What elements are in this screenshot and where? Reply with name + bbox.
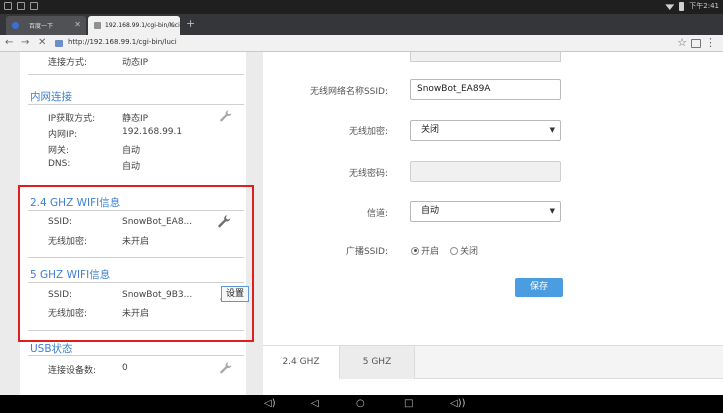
notification-icon (30, 2, 38, 10)
gateway-value: 自动 (122, 146, 141, 156)
password-input[interactable] (410, 161, 561, 182)
gateway-label: 网关: (48, 146, 70, 156)
highlight-box (18, 185, 254, 342)
divider (28, 104, 244, 105)
page-favicon-icon (94, 22, 101, 29)
lan-section-title: 内网连接 (30, 91, 72, 103)
notification-icon (4, 2, 12, 10)
radio-label: 开启 (421, 247, 440, 257)
browser-tab-strip: 百度一下 ✕ 192.168.99.1/cgi-bin/luci ✕ + (0, 14, 723, 35)
channel-selected-value: 自动 (421, 206, 440, 216)
address-bar: ← → ✕ http://192.168.99.1/cgi-bin/luci ☆… (0, 35, 723, 52)
channel-select[interactable]: 自动 ▼ (410, 201, 561, 222)
radio-label: 关闭 (460, 247, 479, 257)
lan-ip-mode-label: IP获取方式: (48, 114, 96, 124)
volume-up-icon[interactable]: ◁)) (450, 397, 466, 411)
lan-ip-label: 内网IP: (48, 130, 78, 140)
radio-unselected-icon (450, 246, 458, 255)
browser-tab-luci[interactable]: 192.168.99.1/cgi-bin/luci ✕ (88, 16, 180, 35)
site-favicon-icon (55, 40, 63, 47)
tab-label: 百度一下 (29, 23, 54, 30)
bookmark-star-icon[interactable]: ☆ (677, 36, 687, 49)
clock: 下午2:41 (689, 2, 719, 10)
dns-label: DNS: (48, 159, 71, 169)
cut-off-field (410, 52, 561, 62)
new-tab-icon[interactable]: + (186, 17, 195, 30)
broadcast-ssid-label: 广播SSID: (345, 247, 388, 257)
lan-ip-value: 192.168.99.1 (122, 127, 183, 137)
overflow-menu-icon[interactable]: ⋮ (705, 36, 716, 49)
baidu-favicon-icon (12, 22, 19, 29)
dns-value: 自动 (122, 162, 141, 172)
radio-selected-icon (411, 246, 419, 255)
encryption-label: 无线加密: (348, 127, 388, 137)
browser-tab-baidu[interactable]: 百度一下 ✕ (6, 16, 86, 35)
usb-settings-wrench-icon[interactable] (219, 361, 235, 377)
wan-connection-value: 动态IP (122, 58, 149, 68)
dropdown-arrow-icon: ▼ (549, 207, 555, 215)
channel-label: 信道: (366, 209, 388, 219)
ssid-input[interactable]: SnowBot_EA89A (410, 79, 561, 100)
android-status-bar: 下午2:41 (0, 0, 723, 14)
url-field[interactable]: http://192.168.99.1/cgi-bin/luci (68, 38, 177, 46)
reload-icon[interactable]: ✕ (38, 37, 46, 48)
tab-5ghz[interactable]: 5 GHZ (339, 346, 415, 379)
encryption-select[interactable]: 关闭 ▼ (410, 120, 561, 141)
wifi-settings-panel (263, 52, 723, 395)
band-tabs: 2.4 GHZ 5 GHZ (263, 345, 723, 379)
home-circle-icon[interactable]: ○ (356, 397, 365, 411)
wifi-signal-icon (665, 4, 675, 10)
back-arrow-icon[interactable]: ← (5, 37, 13, 48)
usb-section-title: USB状态 (30, 343, 73, 355)
cast-icon[interactable] (691, 39, 701, 48)
divider (28, 74, 244, 75)
battery-icon (679, 2, 685, 11)
android-navigation-bar: ◁) ◁ ○ □ ◁)) (0, 395, 723, 413)
notification-icons (4, 2, 38, 10)
settings-tooltip: 设置 (221, 286, 249, 302)
lan-ip-mode-value: 静态IP (122, 114, 149, 124)
router-admin-page: 连接方式: 动态IP 内网连接 IP获取方式: 静态IP 内网IP: 192.1… (0, 52, 723, 395)
screen: 下午2:41 百度一下 ✕ 192.168.99.1/cgi-bin/luci … (0, 0, 723, 413)
close-tab-icon[interactable]: ✕ (74, 20, 81, 29)
forward-arrow-icon[interactable]: → (21, 37, 29, 48)
system-status: 下午2:41 (665, 1, 719, 12)
encryption-selected-value: 关闭 (421, 125, 440, 135)
back-triangle-icon[interactable]: ◁ (311, 397, 319, 411)
tab-2-4ghz[interactable]: 2.4 GHZ (263, 346, 339, 379)
recent-apps-icon[interactable]: □ (404, 397, 413, 411)
broadcast-on-radio[interactable]: 开启 (411, 244, 439, 257)
password-label: 无线密码: (348, 169, 388, 179)
usb-devices-value: 0 (122, 363, 128, 373)
save-button[interactable]: 保存 (515, 278, 563, 297)
notification-icon (17, 2, 25, 10)
ssid-label: 无线网络名称SSID: (309, 87, 388, 97)
wan-connection-label: 连接方式: (48, 58, 88, 68)
divider (28, 355, 244, 356)
dropdown-arrow-icon: ▼ (549, 126, 555, 134)
broadcast-off-radio[interactable]: 关闭 (450, 244, 478, 257)
usb-devices-label: 连接设备数: (48, 366, 97, 376)
broadcast-ssid-radio-group: 开启 关闭 (411, 244, 571, 258)
close-tab-icon[interactable]: ✕ (168, 20, 175, 29)
lan-settings-wrench-icon[interactable] (219, 109, 235, 125)
volume-down-icon[interactable]: ◁) (264, 397, 276, 411)
